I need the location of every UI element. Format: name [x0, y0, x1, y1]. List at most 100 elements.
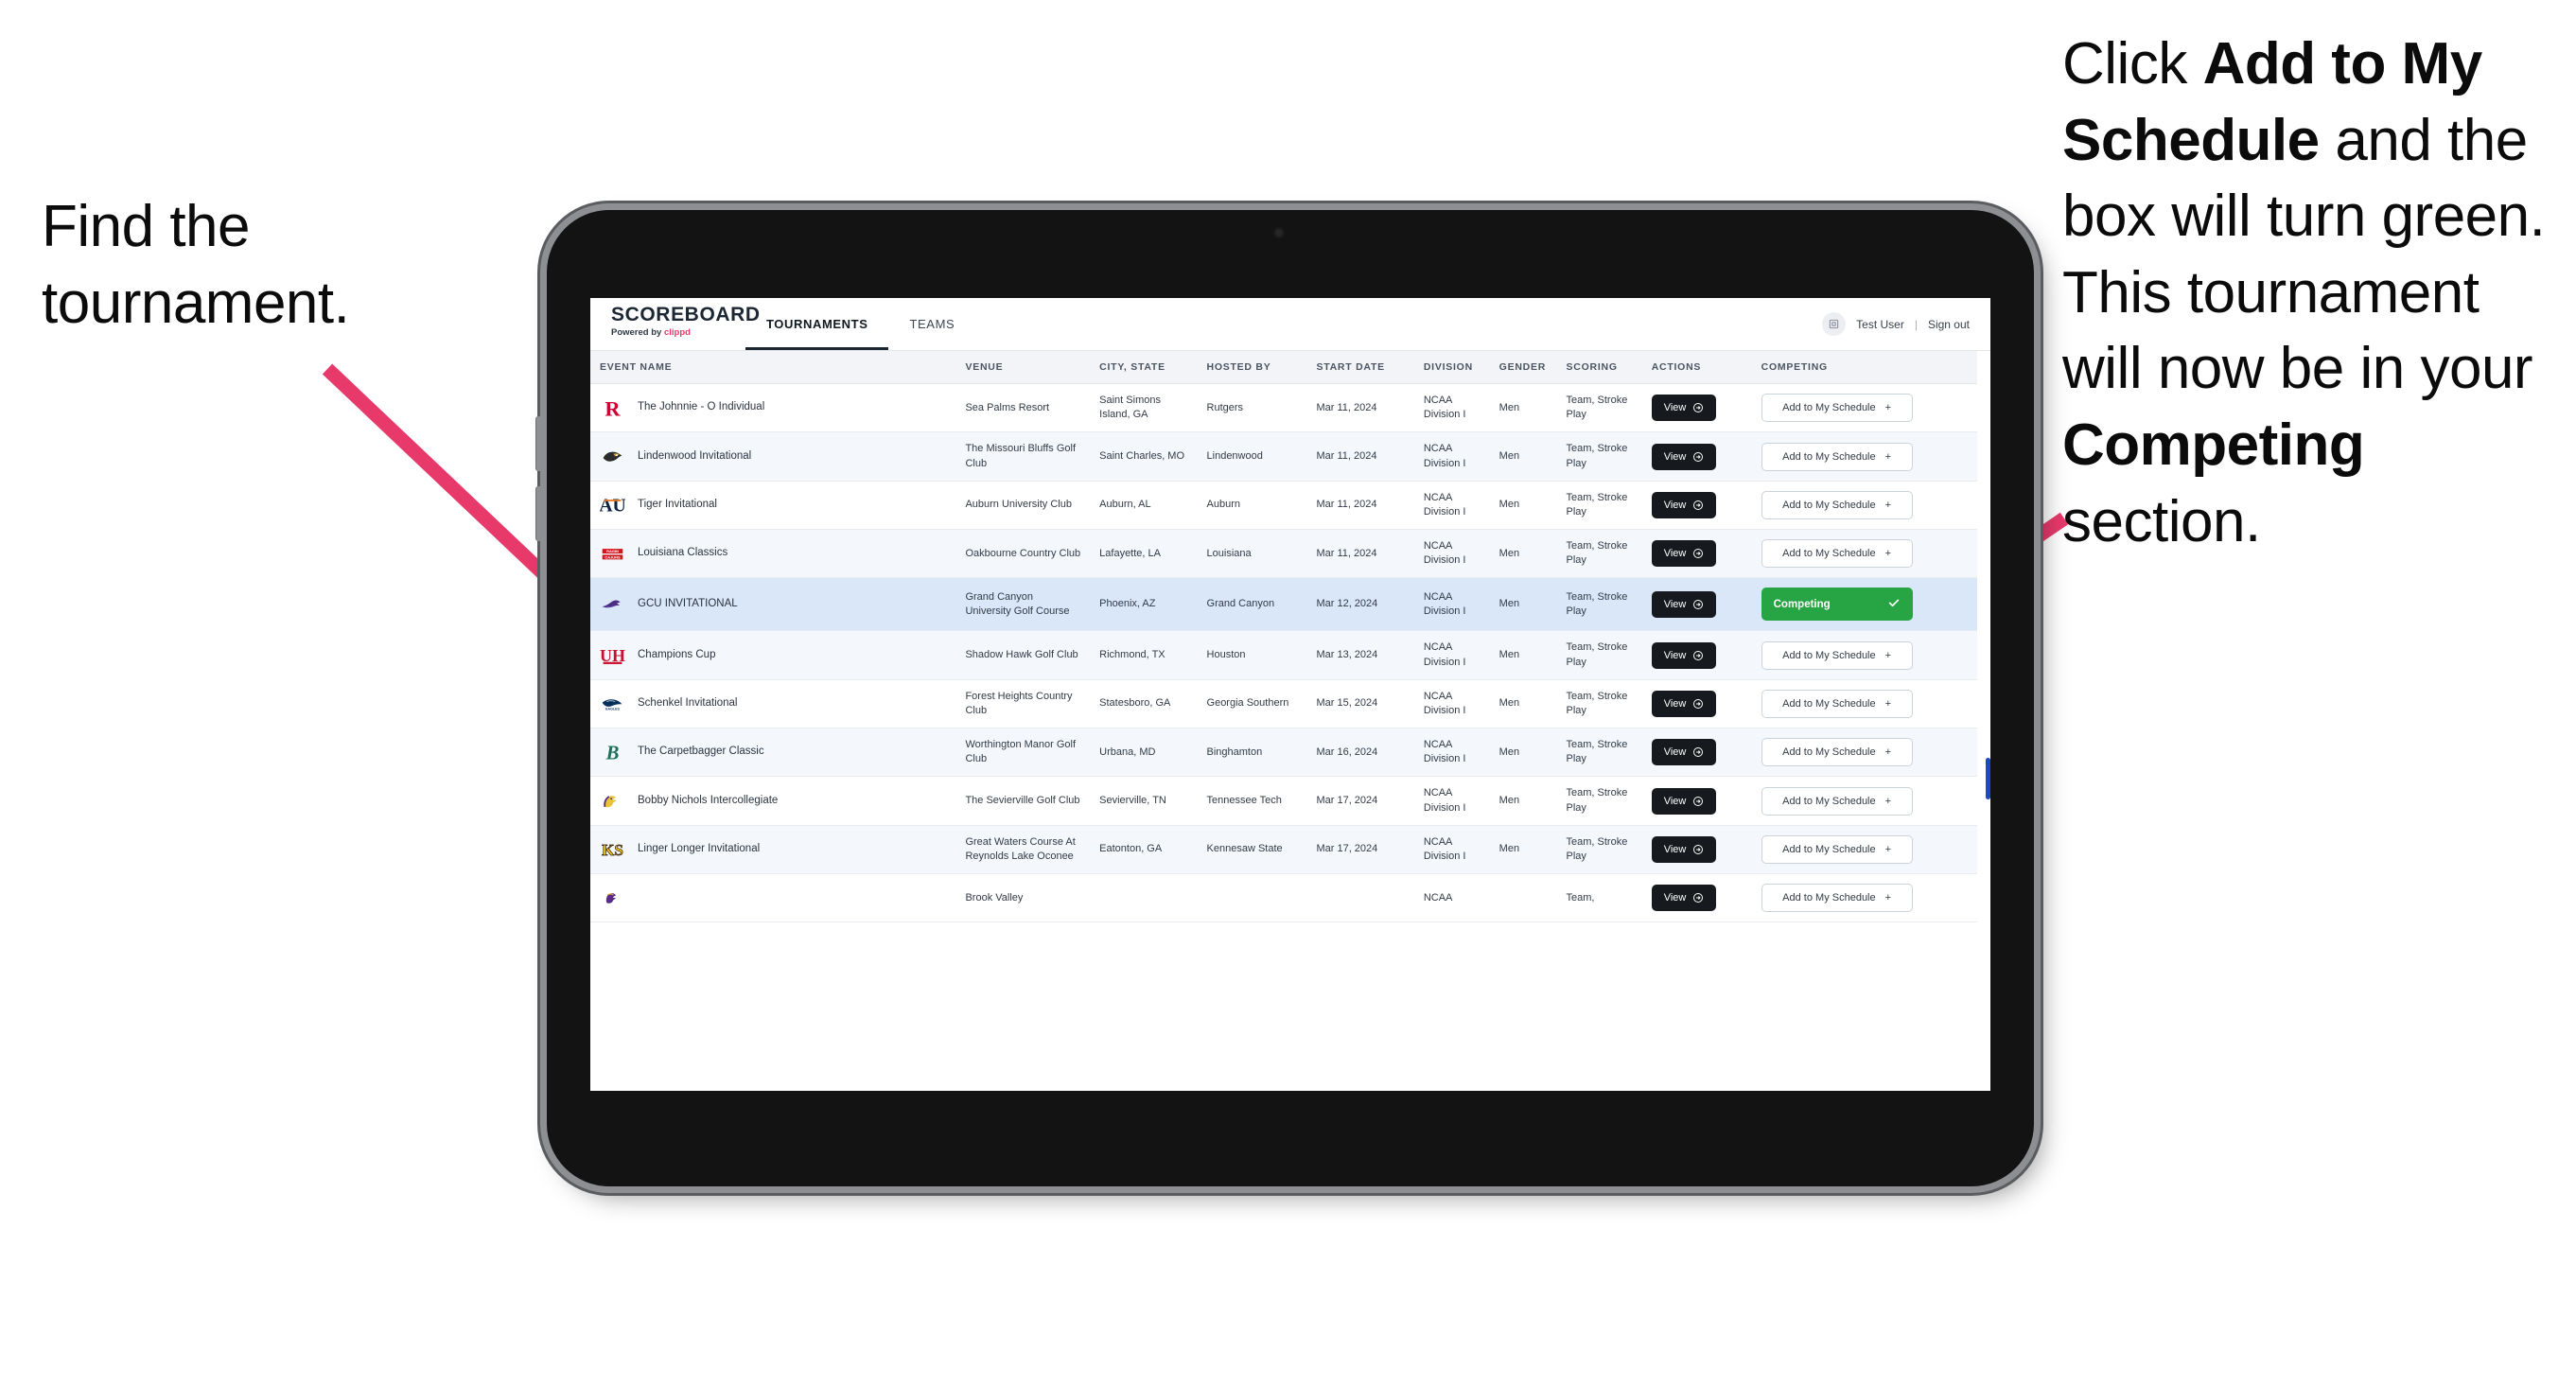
- cell-competing: Add to My Schedule +: [1751, 728, 1977, 778]
- cell-competing: Add to My Schedule +: [1751, 481, 1977, 531]
- cell-venue: Oakbourne Country Club: [955, 529, 1091, 579]
- brand-powered-by: Powered by clippd: [611, 327, 732, 338]
- table-row[interactable]: Lindenwood Invitational The Missouri Bluf…: [590, 431, 1977, 482]
- event-name-label: Champions Cup: [638, 648, 716, 660]
- cell-city-state: Statesboro, GA: [1090, 679, 1198, 729]
- nav-tabs: TOURNAMENTS TEAMS: [745, 298, 975, 350]
- volume-down-button[interactable]: [536, 486, 543, 541]
- tablet-device: SCOREBOARD Powered by clippd TOURNAMENTS…: [536, 210, 2034, 1186]
- view-button[interactable]: View: [1651, 540, 1717, 568]
- table-row[interactable]: UH Champions Cup Shadow Hawk Golf Club Rich…: [590, 630, 1977, 680]
- vertical-scrollbar[interactable]: [1986, 758, 1990, 799]
- add-to-my-schedule-button[interactable]: Add to My Schedule +: [1761, 442, 1913, 471]
- table-row[interactable]: RAGIN CAJUNS Louisiana Classics Oakbourne C…: [590, 529, 1977, 579]
- cell-hosted-by: Houston: [1197, 630, 1307, 680]
- table-row[interactable]: AU Tiger Invitational Auburn University Cl…: [590, 481, 1977, 531]
- competing-badge[interactable]: Competing: [1761, 588, 1913, 622]
- cell-competing: Add to My Schedule +: [1751, 529, 1977, 579]
- competing-label: Competing: [1773, 598, 1831, 610]
- tablet-screen: SCOREBOARD Powered by clippd TOURNAMENTS…: [590, 298, 1990, 1091]
- view-button[interactable]: View: [1651, 787, 1717, 815]
- cell-scoring: Team, Stroke Play: [1556, 481, 1642, 531]
- cell-actions: View: [1641, 630, 1752, 680]
- column-header-competing[interactable]: COMPETING: [1751, 351, 1977, 384]
- tab-teams[interactable]: TEAMS: [888, 298, 975, 350]
- event-name-label: Tiger Invitational: [638, 498, 717, 510]
- cell-scoring: Team, Stroke Play: [1556, 776, 1642, 826]
- view-button-label: View: [1663, 892, 1687, 904]
- svg-text:B: B: [605, 743, 620, 763]
- table-row[interactable]: KS Linger Longer Invitational Great Waters…: [590, 825, 1977, 875]
- cell-division: NCAA Division I: [1413, 481, 1490, 531]
- add-to-my-schedule-button[interactable]: Add to My Schedule +: [1761, 490, 1913, 519]
- cell-division: NCAA Division I: [1413, 728, 1490, 778]
- powered-prefix: Powered by: [611, 327, 664, 338]
- tournaments-table-container[interactable]: EVENT NAME VENUE CITY, STATE HOSTED BY START…: [590, 351, 1990, 1091]
- volume-up-button[interactable]: [536, 416, 543, 471]
- cell-gender: Men: [1489, 481, 1557, 531]
- georgiasouthern-eagle-logo: EAGLES: [600, 691, 625, 716]
- add-to-my-schedule-button[interactable]: Add to My Schedule +: [1761, 394, 1913, 423]
- user-badge-icon[interactable]: [1822, 312, 1847, 336]
- cell-venue: Great Waters Course At Reynolds Lake Oco…: [955, 825, 1091, 875]
- add-to-my-schedule-label: Add to My Schedule: [1782, 697, 1876, 710]
- column-header-scoring[interactable]: SCORING: [1556, 351, 1642, 384]
- kennesawstate-ks-logo: KS: [600, 836, 625, 862]
- cell-venue: Forest Heights Country Club: [955, 679, 1091, 729]
- view-button[interactable]: View: [1651, 491, 1717, 518]
- cell-division: NCAA Division I: [1413, 431, 1490, 482]
- tournaments-table: EVENT NAME VENUE CITY, STATE HOSTED BY START…: [590, 351, 1977, 923]
- cell-gender: Men: [1489, 776, 1557, 826]
- table-row[interactable]: R The Johnnie - O Individual Sea Palms Res…: [590, 383, 1977, 433]
- cell-event-name: UH Champions Cup: [590, 630, 956, 680]
- table-row[interactable]: Brook Valley NCAA Team, View Add to My Sched…: [590, 873, 1977, 923]
- add-to-my-schedule-button[interactable]: Add to My Schedule +: [1761, 738, 1913, 767]
- column-header-hosted-by[interactable]: HOSTED BY: [1197, 351, 1307, 384]
- cell-gender: Men: [1489, 728, 1557, 778]
- view-button[interactable]: View: [1651, 641, 1717, 669]
- column-header-division[interactable]: DIVISION: [1413, 351, 1490, 384]
- add-to-my-schedule-button[interactable]: Add to My Schedule +: [1761, 786, 1913, 816]
- column-header-event-name[interactable]: EVENT NAME: [590, 351, 956, 384]
- add-to-my-schedule-button[interactable]: Add to My Schedule +: [1761, 689, 1913, 718]
- table-row[interactable]: GCU INVITATIONAL Grand Canyon University …: [590, 577, 1977, 632]
- column-header-start-date[interactable]: START DATE: [1306, 351, 1414, 384]
- add-to-my-schedule-button[interactable]: Add to My Schedule +: [1761, 834, 1913, 864]
- tennesseetech-eagle-logo: [600, 788, 625, 814]
- cell-gender: [1489, 873, 1557, 923]
- brand-logo[interactable]: SCOREBOARD Powered by clippd: [590, 298, 760, 350]
- sign-out-link[interactable]: Sign out: [1928, 318, 1970, 331]
- cell-gender: Men: [1489, 679, 1557, 729]
- cell-hosted-by: Grand Canyon: [1197, 577, 1307, 632]
- add-to-my-schedule-button[interactable]: Add to My Schedule +: [1761, 884, 1913, 913]
- view-button[interactable]: View: [1651, 835, 1717, 863]
- add-to-my-schedule-button[interactable]: Add to My Schedule +: [1761, 640, 1913, 670]
- event-name-label: Louisiana Classics: [638, 547, 728, 559]
- view-button[interactable]: View: [1651, 395, 1717, 422]
- cell-start-date: Mar 15, 2024: [1306, 679, 1414, 729]
- view-button[interactable]: View: [1651, 885, 1717, 912]
- binghamton-b-logo: B: [600, 740, 625, 765]
- view-button[interactable]: View: [1651, 739, 1717, 766]
- table-row[interactable]: B The Carpetbagger Classic Worthington Man…: [590, 728, 1977, 778]
- column-header-gender[interactable]: GENDER: [1489, 351, 1557, 384]
- view-button-label: View: [1663, 598, 1687, 610]
- table-row[interactable]: EAGLES Schenkel Invitational Forest Height…: [590, 679, 1977, 729]
- view-button[interactable]: View: [1651, 443, 1717, 470]
- cell-venue: Brook Valley: [955, 873, 1091, 923]
- app-header: SCOREBOARD Powered by clippd TOURNAMENTS…: [590, 298, 1990, 351]
- column-header-actions[interactable]: ACTIONS: [1641, 351, 1752, 384]
- table-row[interactable]: Bobby Nichols Intercollegiate The Sevierv…: [590, 776, 1977, 826]
- tab-tournaments[interactable]: TOURNAMENTS: [745, 298, 889, 350]
- view-button[interactable]: View: [1651, 690, 1717, 717]
- view-button[interactable]: View: [1651, 590, 1717, 618]
- column-header-venue[interactable]: VENUE: [955, 351, 1091, 384]
- cell-hosted-by: Kennesaw State: [1197, 825, 1307, 875]
- cell-start-date: Mar 11, 2024: [1306, 529, 1414, 579]
- cell-hosted-by: Binghamton: [1197, 728, 1307, 778]
- column-header-city-state[interactable]: CITY, STATE: [1090, 351, 1198, 384]
- svg-text:KS: KS: [602, 841, 623, 859]
- cell-start-date: Mar 17, 2024: [1306, 825, 1414, 875]
- add-to-my-schedule-button[interactable]: Add to My Schedule +: [1761, 539, 1913, 569]
- gcu-lope-logo: [600, 591, 625, 617]
